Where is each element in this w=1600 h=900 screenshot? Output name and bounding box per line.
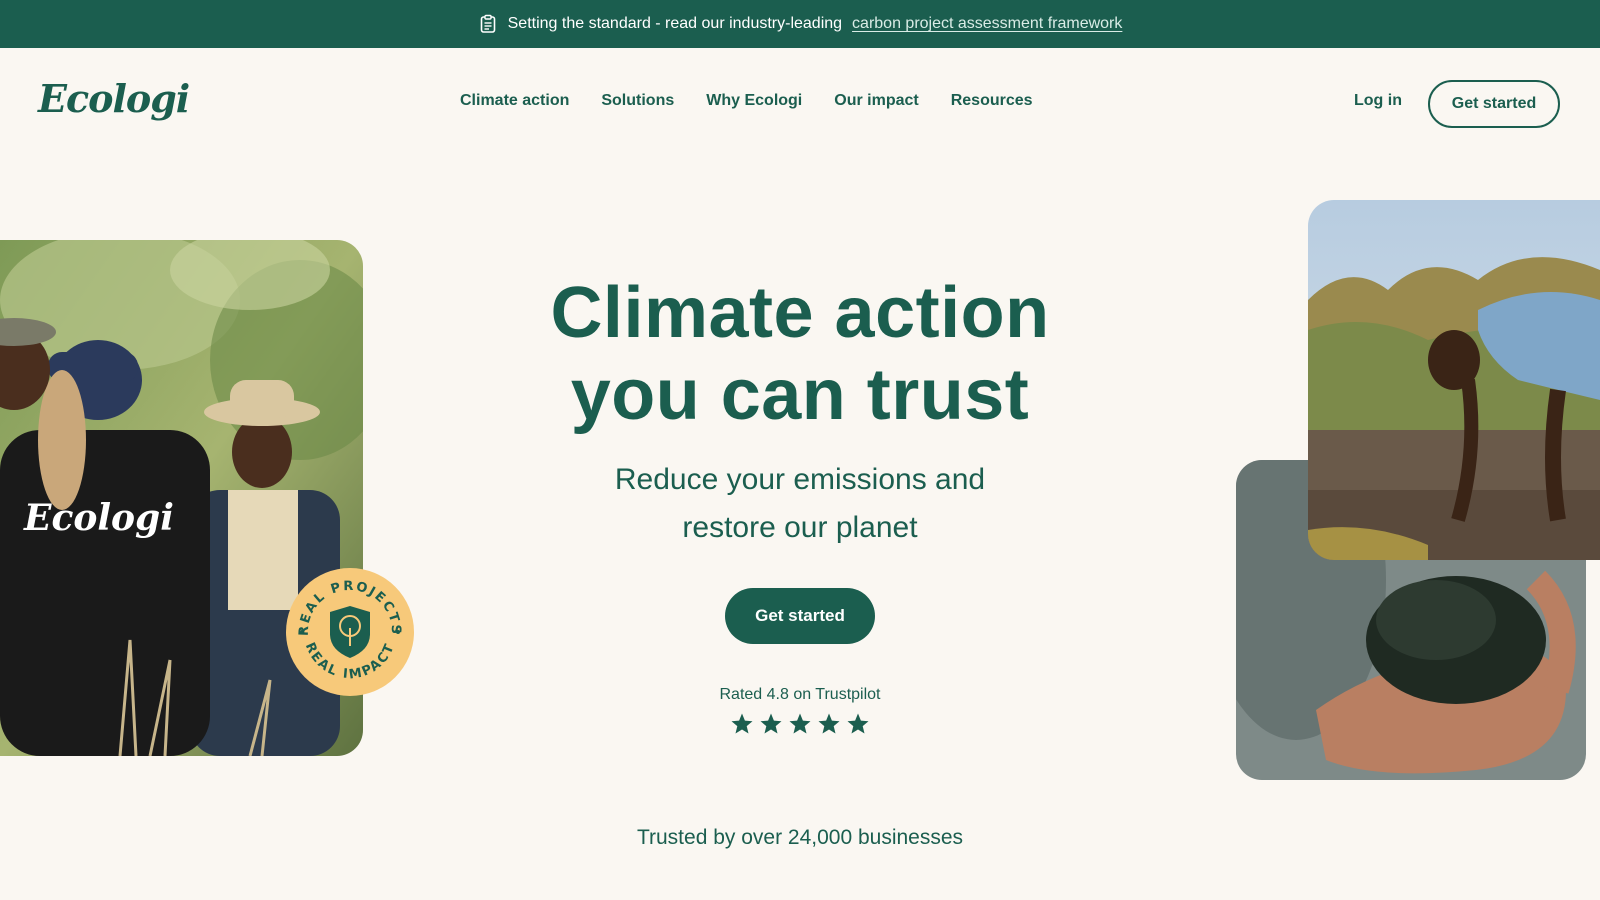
star-icon <box>847 713 869 734</box>
header-get-started-button[interactable]: Get started <box>1428 80 1560 128</box>
hero-get-started-button[interactable]: Get started <box>725 588 875 644</box>
nav-item-climate-action[interactable]: Climate action <box>460 92 569 110</box>
site-header: Ecologi Climate action Solutions Why Eco… <box>0 48 1600 158</box>
trustpilot-rating-text: Rated 4.8 on Trustpilot <box>719 686 881 703</box>
announcement-banner: Setting the standard - read our industry… <box>0 0 1600 48</box>
star-icon <box>731 713 753 734</box>
hero-title-line-1: Climate action <box>550 273 1050 353</box>
star-icon <box>818 713 840 734</box>
nav-item-resources[interactable]: Resources <box>951 92 1033 110</box>
hero-title: Climate action you can trust <box>500 272 1100 436</box>
nav-item-why-ecologi[interactable]: Why Ecologi <box>706 92 802 110</box>
hero-subtitle-line-1: Reduce your emissions and <box>614 463 986 496</box>
main-nav: Climate action Solutions Why Ecologi Our… <box>460 92 1033 110</box>
star-icon <box>760 713 782 734</box>
hero-subtitle: Reduce your emissions and restore our pl… <box>560 456 1040 552</box>
mangrove-planting-photo <box>1308 200 1600 560</box>
logo[interactable]: Ecologi <box>38 76 190 121</box>
login-link[interactable]: Log in <box>1354 92 1402 110</box>
nav-item-solutions[interactable]: Solutions <box>601 92 674 110</box>
shirt-logo-text: Ecologi <box>23 497 174 539</box>
banner-link[interactable]: carbon project assessment framework <box>852 15 1122 33</box>
nav-item-our-impact[interactable]: Our impact <box>834 92 918 110</box>
clipboard-icon <box>478 14 498 34</box>
trusted-by-text: Trusted by over 24,000 businesses <box>636 826 964 849</box>
banner-text: Setting the standard - read our industry… <box>507 15 843 32</box>
hero-subtitle-line-2: restore our planet <box>682 511 918 544</box>
hero-title-line-2: you can trust <box>570 355 1030 435</box>
real-projects-badge: REAL PROJECTS REAL IMPACT <box>284 566 416 698</box>
star-icon <box>789 713 811 734</box>
rating-stars <box>730 712 870 736</box>
